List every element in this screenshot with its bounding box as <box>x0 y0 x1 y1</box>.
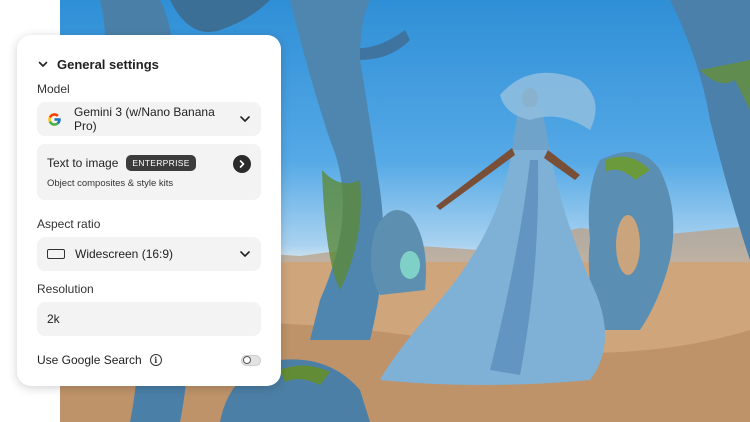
chevron-down-icon <box>240 251 250 257</box>
mode-title: Text to image <box>47 156 119 170</box>
settings-panel: General settings Model Gemini 3 (w/Nano … <box>17 35 281 386</box>
resolution-label: Resolution <box>37 282 94 296</box>
aspect-ratio-value: Widescreen (16:9) <box>75 247 174 261</box>
google-search-toggle[interactable] <box>241 354 261 366</box>
toggle-knob <box>243 356 251 364</box>
model-select[interactable]: Gemini 3 (w/Nano Banana Pro) <box>37 102 261 136</box>
model-value: Gemini 3 (w/Nano Banana Pro) <box>74 105 215 133</box>
google-search-row: Use Google Search i <box>37 351 261 369</box>
aspect-ratio-label: Aspect ratio <box>37 217 101 231</box>
model-label: Model <box>37 82 70 96</box>
aspect-ratio-select[interactable]: Widescreen (16:9) <box>37 237 261 271</box>
chevron-down-icon <box>38 61 48 67</box>
info-icon[interactable]: i <box>149 354 162 366</box>
mode-next-button[interactable] <box>233 155 251 173</box>
generation-mode-card[interactable]: Text to image ENTERPRISE Object composit… <box>37 144 261 200</box>
enterprise-badge: ENTERPRISE <box>126 155 196 171</box>
resolution-field[interactable]: 2k <box>37 302 261 336</box>
widescreen-ratio-icon <box>47 249 65 259</box>
chevron-right-icon <box>239 160 245 168</box>
google-search-label: Use Google Search <box>37 353 142 367</box>
chevron-down-icon <box>240 116 250 122</box>
google-g-icon <box>48 112 61 126</box>
section-title: General settings <box>57 56 159 72</box>
resolution-value: 2k <box>47 312 60 326</box>
general-settings-header[interactable]: General settings <box>37 55 159 73</box>
mode-subtitle: Object composites & style kits <box>47 178 174 189</box>
